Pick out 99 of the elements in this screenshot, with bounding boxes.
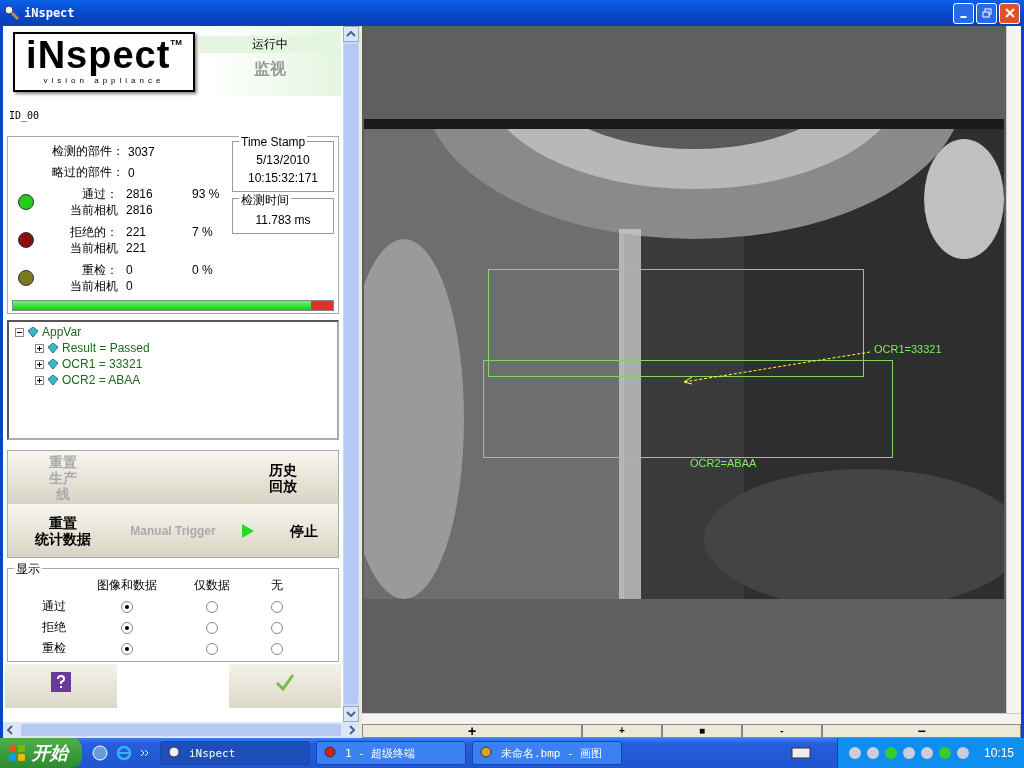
counter-value: 3037 [128,144,155,159]
zoom-button[interactable]: - [742,724,822,738]
time-value: 10:15:32:171 [247,170,319,187]
result-value: 2816 [126,187,154,201]
close-button[interactable] [999,2,1020,24]
radio-button[interactable] [271,621,283,634]
app-icon [479,745,495,761]
tree-item[interactable]: Result = Passed [62,341,150,355]
tree-item[interactable]: AppVar [42,325,82,339]
tray-icon[interactable] [865,746,880,760]
app-icon [167,745,183,761]
radio-button[interactable] [206,642,218,655]
window-title: iNspect [24,6,75,20]
tree-item[interactable]: OCR1 = 33321 [62,357,143,371]
expand-icon[interactable] [35,375,44,385]
result-label: 重检： [81,261,118,279]
action-button[interactable]: 历史 回放 [228,451,338,504]
radio-button[interactable] [271,600,283,613]
taskbar-button[interactable]: 未命名.bmp - 画图 [472,741,622,765]
scroll-right-icon[interactable] [349,725,355,735]
ocr-label: OCR2=ABAA [690,456,757,469]
keyboard-icon[interactable] [790,746,811,760]
app-icon [323,745,339,761]
expand-icon[interactable] [35,359,44,369]
radio-button[interactable] [121,621,133,634]
row-label: 拒绝 [41,619,67,636]
result-value: 221 [126,225,148,239]
camera-value: 2816 [126,203,154,217]
result-percent: 7 % [192,225,214,239]
camera-value: 221 [126,241,148,255]
group-title: Time Stamp [239,135,308,149]
radio-button[interactable] [121,600,133,613]
radio-button[interactable] [206,600,218,613]
play-icon [242,523,254,538]
horizontal-scrollbar[interactable] [3,722,359,738]
browser-icon[interactable] [116,745,132,761]
inspection-time-value: 11.783 ms [255,212,311,229]
tray-icon[interactable] [883,746,898,760]
restore-icon [981,8,992,18]
camera-label: 当前相机 [69,239,118,257]
tree-item[interactable]: OCR2 = ABAA [62,373,141,387]
clock: 10:15 [983,746,1014,760]
result-value: 0 [126,263,134,277]
question-icon [51,672,71,692]
zoom-button[interactable]: − [822,724,1021,738]
counter-label: 略过的部件： [51,164,124,181]
counter-label: 检测的部件： [51,143,124,160]
expand-icon[interactable] [35,343,44,353]
close-icon [1004,8,1015,18]
globe-icon[interactable] [92,745,108,761]
tray-icon[interactable] [901,746,916,760]
scroll-left-icon[interactable] [7,725,13,735]
ocr-label: OCR1=33321 [874,342,942,355]
minimize-icon [960,16,967,18]
result-percent: 0 % [192,263,214,277]
zoom-button[interactable]: + [362,724,582,738]
action-button[interactable]: 重置 统计数据 [8,504,118,557]
mode-label: 监视 [254,59,286,79]
vertical-scrollbar[interactable] [343,26,359,722]
row-label: 重检 [41,640,67,657]
help-button[interactable] [5,664,117,708]
taskbar-button[interactable]: 1 - 超级终端 [316,741,466,765]
radio-button[interactable] [121,642,133,655]
camera-value: 0 [126,279,134,293]
group-title: 检测时间 [239,192,291,209]
column-header: 仅数据 [193,577,231,594]
zoom-button[interactable]: ■ [662,724,742,738]
scroll-up-icon[interactable] [346,31,356,37]
camera-label: 当前相机 [69,201,118,219]
radio-button[interactable] [271,642,283,655]
device-id: ID_00 [9,110,41,124]
horizontal-scrollbar[interactable] [362,713,1021,724]
date-value: 5/13/2010 [256,152,310,169]
chevron-icon[interactable] [140,749,150,757]
radio-button[interactable] [206,621,218,634]
zoom-button[interactable]: + [582,724,662,738]
minimize-button[interactable] [953,2,974,24]
tray-icon[interactable] [955,746,970,760]
stop-button[interactable]: 停止 [228,504,338,557]
column-header: 图像和数据 [96,577,158,594]
camera-label: 当前相机 [69,277,118,295]
tray-icon[interactable] [937,746,952,760]
row-label: 通过 [41,598,67,615]
magnifier-icon [4,5,20,21]
collapse-icon[interactable] [15,327,24,337]
check-icon [275,672,295,692]
result-label: 通过： [81,185,118,203]
counter-value: 0 [128,165,135,180]
tray-icon[interactable] [847,746,862,760]
group-title: 显示 [14,561,42,578]
result-percent: 93 % [192,187,221,201]
column-header: 无 [270,577,284,594]
vertical-scrollbar[interactable] [1006,26,1021,713]
restore-button[interactable] [976,2,997,24]
windows-logo-icon [8,744,26,762]
scroll-down-icon[interactable] [346,711,356,717]
tray-icon[interactable] [919,746,934,760]
result-label: 拒绝的： [69,223,118,241]
taskbar-button[interactable]: iNspect [160,741,310,765]
